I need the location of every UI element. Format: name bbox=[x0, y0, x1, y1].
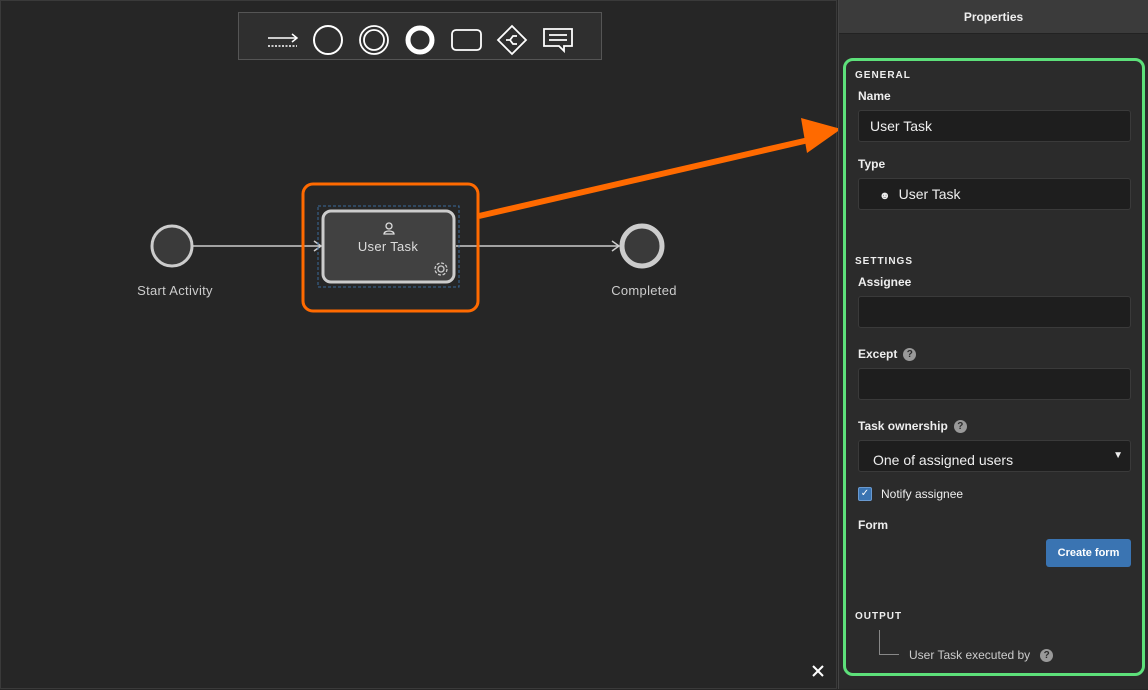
fullscreen-icon[interactable] bbox=[812, 665, 824, 677]
ownership-value: One of assigned users bbox=[873, 452, 1014, 468]
help-icon[interactable]: ? bbox=[903, 348, 917, 361]
type-label: Type bbox=[858, 157, 886, 171]
end-event[interactable] bbox=[619, 223, 665, 269]
ownership-label: Task ownership? bbox=[858, 419, 967, 433]
start-label: Start Activity bbox=[137, 283, 213, 298]
notify-checkbox[interactable]: ✓ bbox=[858, 487, 872, 501]
type-value: User Task bbox=[898, 186, 961, 202]
task-label: User Task bbox=[357, 239, 419, 254]
section-general: GENERAL bbox=[855, 70, 911, 81]
except-label: Except? bbox=[858, 347, 917, 361]
notify-label[interactable]: Notify assignee bbox=[881, 487, 963, 501]
output-item: User Task executed by? bbox=[909, 648, 1054, 662]
user-icon: ☻ bbox=[879, 190, 891, 202]
create-form-button[interactable]: Create form bbox=[1046, 539, 1131, 567]
help-icon[interactable]: ? bbox=[953, 420, 967, 433]
section-settings: SETTINGS bbox=[855, 256, 914, 267]
assignee-label: Assignee bbox=[858, 275, 912, 289]
end-label: Completed bbox=[611, 283, 677, 298]
dropdown-arrow-icon: ▼ bbox=[1113, 450, 1123, 461]
section-output: OUTPUT bbox=[855, 611, 903, 622]
name-input[interactable]: User Task bbox=[858, 110, 1131, 142]
diagram-canvas[interactable]: User Task Start Activity Completed bbox=[0, 0, 838, 689]
arrow-annotation bbox=[478, 118, 838, 219]
diagram-svg bbox=[150, 118, 838, 677]
ownership-select[interactable]: One of assigned users ▼ bbox=[858, 440, 1131, 472]
properties-panel: Properties GENERAL Name User Task Type ☻… bbox=[838, 0, 1148, 689]
tree-connector bbox=[879, 630, 899, 655]
highlight-frame bbox=[843, 58, 1145, 676]
except-input[interactable] bbox=[858, 368, 1131, 400]
panel-title: Properties bbox=[839, 0, 1148, 34]
form-label: Form bbox=[858, 518, 888, 532]
name-label: Name bbox=[858, 89, 891, 103]
type-field[interactable]: ☻ User Task bbox=[858, 178, 1131, 210]
help-icon[interactable]: ? bbox=[1040, 649, 1054, 662]
assignee-input[interactable] bbox=[858, 296, 1131, 328]
start-event[interactable] bbox=[150, 224, 194, 268]
